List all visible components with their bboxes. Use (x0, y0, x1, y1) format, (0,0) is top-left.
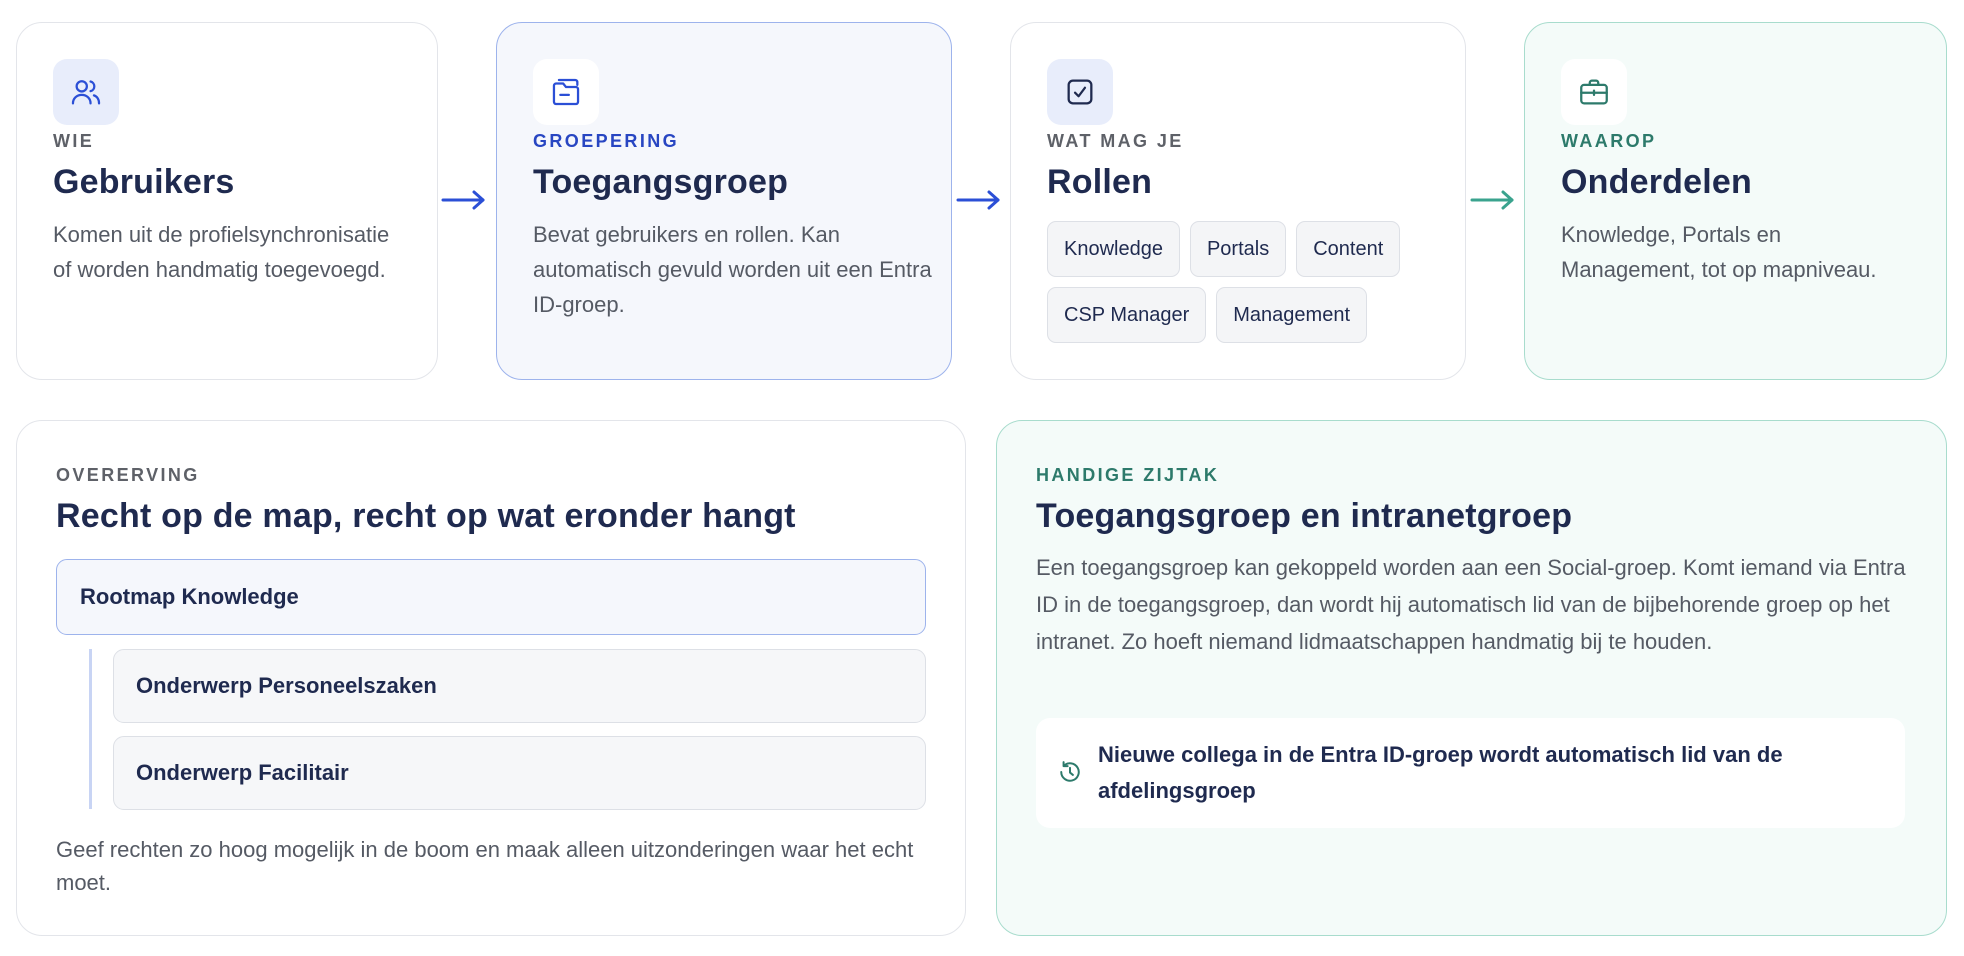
sidenote-eyebrow: HANDIGE ZIJTAK (1036, 465, 1220, 485)
role-chip: Content (1296, 221, 1401, 277)
step-eyebrow: WAT MAG JE (1047, 131, 1184, 151)
tree-root-folder: Rootmap Knowledge (56, 559, 926, 635)
step-description: Bevat gebruikers en rollen. Kan automati… (533, 222, 932, 317)
step-eyebrow: WAAROP (1561, 131, 1657, 151)
checkbox-icon (1047, 59, 1113, 125)
role-chip: CSP Manager (1047, 287, 1207, 343)
inheritance-eyebrow: OVERERVING (56, 465, 200, 485)
tree-child-folder: Onderwerp Personeelszaken (113, 649, 926, 723)
step-eyebrow: GROEPERING (533, 131, 680, 151)
step-description: Knowledge, Portals en Management, tot op… (1561, 222, 1877, 282)
tip-box: Nieuwe collega in de Entra ID-groep word… (1036, 718, 1905, 828)
role-chip: Management (1216, 287, 1368, 343)
arrow-icon (956, 190, 1000, 210)
step-title: Rollen (1047, 163, 1153, 201)
role-chip: Knowledge (1047, 221, 1180, 277)
step-description: Komen uit de profielsynchronisatie of wo… (53, 222, 390, 282)
history-icon (1060, 761, 1080, 782)
tree-connector (89, 649, 92, 809)
role-chips: Knowledge Portals Content CSP Manager Ma… (1047, 221, 1437, 343)
sidenote-card: HANDIGE ZIJTAK Toegangsgroep en intranet… (996, 420, 1947, 936)
sidenote-description: Een toegangsgroep kan gekoppeld worden a… (1036, 555, 1906, 654)
role-chip: Portals (1189, 221, 1287, 277)
tip-text: Nieuwe collega in de Entra ID-groep word… (1098, 742, 1783, 803)
folder-icon (533, 59, 599, 125)
briefcase-icon (1561, 59, 1627, 125)
step-title: Toegangsgroep (533, 163, 789, 201)
inheritance-title: Recht op de map, recht op wat eronder ha… (56, 497, 796, 535)
step-title: Gebruikers (53, 163, 235, 201)
tree-child-folder: Onderwerp Facilitair (113, 736, 926, 810)
inheritance-footer: Geef rechten zo hoog mogelijk in de boom… (56, 837, 914, 895)
step-title: Onderdelen (1561, 163, 1752, 201)
arrow-icon (441, 190, 485, 210)
inheritance-card: OVERERVING Recht op de map, recht op wat… (16, 420, 966, 936)
users-icon (53, 59, 119, 125)
step-card-rollen: WAT MAG JE Rollen Knowledge Portals Cont… (1010, 22, 1466, 380)
step-card-toegangsgroep: GROEPERING Toegangsgroep Bevat gebruiker… (496, 22, 952, 380)
arrow-icon (1470, 190, 1514, 210)
step-eyebrow: WIE (53, 131, 95, 151)
step-card-onderdelen: WAAROP Onderdelen Knowledge, Portals en … (1524, 22, 1947, 380)
step-card-gebruikers: WIE Gebruikers Komen uit de profielsynch… (16, 22, 438, 380)
sidenote-title: Toegangsgroep en intranetgroep (1036, 497, 1573, 535)
